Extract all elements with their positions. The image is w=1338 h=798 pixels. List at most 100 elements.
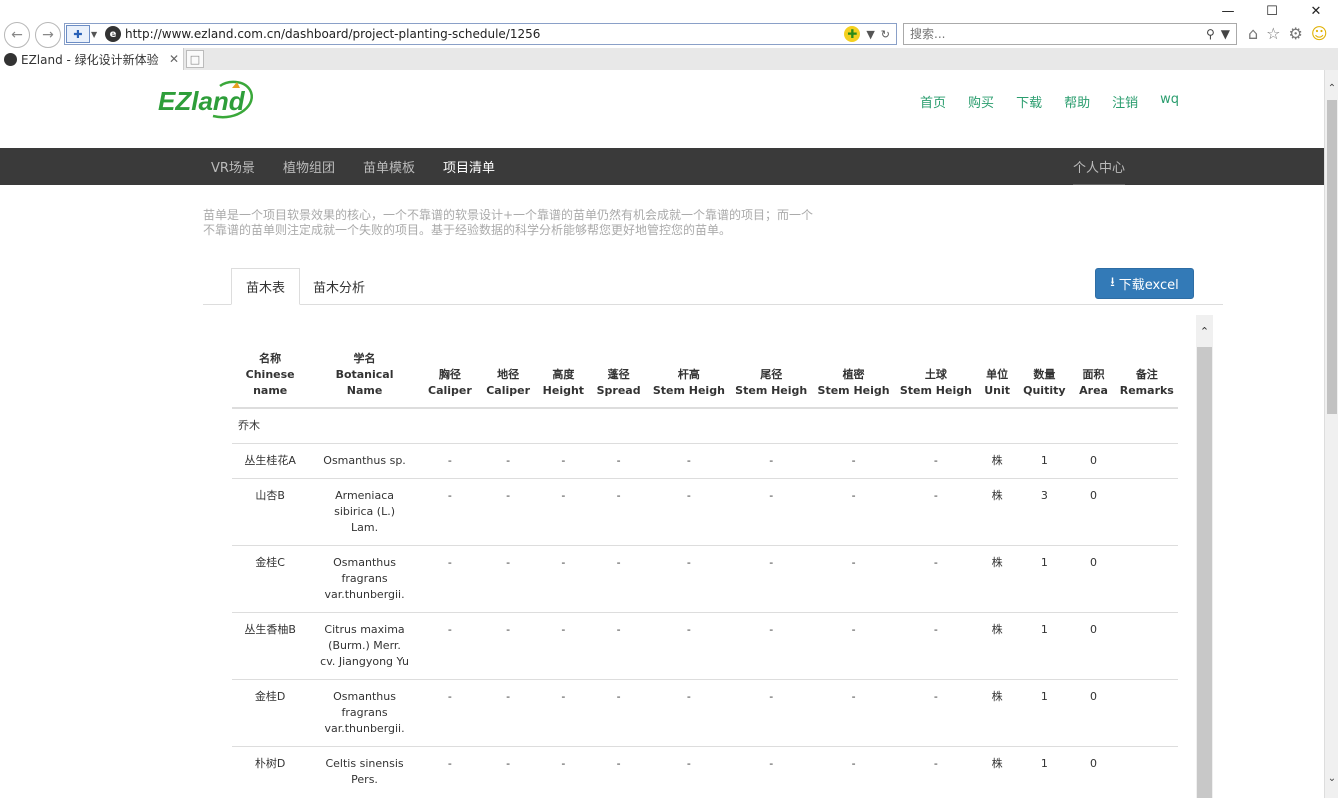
botanical-name: Osmanthus sp. (323, 454, 406, 467)
cell-density: - (812, 612, 895, 680)
cell-spread: - (589, 443, 648, 479)
home-icon[interactable]: ⌂ (1248, 24, 1258, 43)
cell-caliper: - (420, 612, 480, 680)
table-scrollbar[interactable]: ⌃ (1196, 315, 1213, 798)
plant-table-panel: 名称 Chinese name 学名 Botanical Name 胸径 Caliper 地径… (203, 315, 1213, 798)
page-scrollbar[interactable]: ⌃ ⌄ (1324, 70, 1338, 798)
column-header-line: 地径 (497, 368, 520, 381)
table-row[interactable]: 丛生桂花A Osmanthus sp. - - - - - - - - 株 1 0 (232, 443, 1178, 479)
content-tabs: 苗木表 苗木分析 (203, 268, 1223, 305)
column-header-line: Stem Heigh (652, 384, 725, 397)
column-header: 蓬径 Spread (589, 347, 648, 409)
search-input[interactable] (910, 27, 1206, 41)
table-header-row: 名称 Chinese name 学名 Botanical Name 胸径 Caliper 地径… (232, 347, 1178, 409)
intro-text: 苗单是一个项目软景效果的核心，一个不靠谱的软景设计+一个靠谱的苗单仍然有机会成就… (203, 208, 814, 237)
favorites-star-icon[interactable]: ☆ (1266, 24, 1280, 43)
cell-remarks (1115, 679, 1178, 747)
column-header-line: Quitity (1023, 384, 1066, 397)
scroll-up-icon[interactable]: ⌃ (1325, 82, 1338, 96)
column-header-line: 单位 (986, 368, 1009, 381)
scroll-thumb[interactable] (1197, 347, 1212, 798)
gear-icon[interactable]: ⚙ (1289, 24, 1303, 43)
cell-height: - (537, 746, 590, 797)
nav-user[interactable]: wq (1160, 92, 1179, 111)
cell-name: 丛生香柚B (232, 612, 309, 680)
compatibility-icon[interactable]: ✚ (844, 26, 861, 42)
close-icon[interactable]: ✕ (169, 52, 183, 66)
search-bar[interactable]: ⚲ ▼ (903, 23, 1237, 45)
cell-area: 0 (1071, 612, 1116, 680)
cell-stem-height: - (647, 478, 731, 546)
cell-height: - (537, 679, 590, 747)
cell-density: - (812, 443, 895, 479)
cell-area: 0 (1071, 746, 1116, 797)
cell-remarks (1115, 545, 1178, 613)
forward-icon[interactable]: → (35, 22, 61, 48)
tab-plant-table[interactable]: 苗木表 (231, 268, 301, 305)
cell-remarks (1115, 612, 1178, 680)
tab-favicon-icon (4, 52, 17, 66)
table-row[interactable]: 朴树D Celtis sinensis Pers. - - - - - - - - 株 1 0 (232, 746, 1178, 797)
column-header-line: Unit (984, 384, 1011, 397)
shield-icon[interactable]: ✚ (66, 25, 90, 43)
cell-botanical: Citrus maxima (Burm.) Merr. cv. Jiangyon… (308, 612, 421, 680)
scroll-down-icon[interactable]: ⌄ (1325, 772, 1338, 786)
column-header: 面积 Area (1071, 347, 1116, 409)
chevron-down-icon[interactable]: ▼ (91, 30, 101, 39)
column-header-line: Stem Heigh (817, 384, 890, 397)
cell-quantity: 3 (1017, 478, 1072, 546)
address-bar[interactable]: ✚ ▼ e http://www.ezland.com.cn/dashboard… (64, 23, 897, 45)
column-header: 数量 Quitity (1017, 347, 1072, 409)
feedback-smiley-icon[interactable]: ☺ (1311, 24, 1328, 43)
tab-plant-analysis[interactable]: 苗木分析 (299, 268, 379, 305)
new-tab-icon[interactable]: □ (186, 50, 204, 68)
cell-quantity: 1 (1017, 545, 1072, 613)
column-header-line: Spread (596, 384, 641, 397)
menu-schedule-template[interactable]: 苗单模板 (363, 157, 415, 176)
column-header: 杆高 Stem Heigh (647, 347, 731, 409)
ezland-logo[interactable]: EZland (158, 78, 258, 122)
table-row[interactable]: 金桂C Osmanthus fragrans var.thunbergii. - - -… (232, 545, 1178, 613)
cell-remarks (1115, 443, 1178, 479)
cell-height: - (537, 545, 590, 613)
column-header-line: 杆高 (677, 368, 700, 381)
chevron-down-icon[interactable]: ▼ (866, 28, 874, 41)
menu-vr-scene[interactable]: VR场景 (211, 157, 255, 176)
column-header-line: 植密 (842, 368, 865, 381)
url-text[interactable]: http://www.ezland.com.cn/dashboard/proje… (125, 27, 844, 41)
menu-project-list[interactable]: 项目清单 (443, 157, 495, 176)
column-header: 学名 Botanical Name (308, 347, 421, 409)
nav-help[interactable]: 帮助 (1064, 92, 1090, 111)
scroll-thumb[interactable] (1327, 100, 1337, 414)
chevron-down-icon[interactable]: ▼ (1221, 27, 1230, 41)
close-window-icon[interactable]: ✕ (1294, 0, 1338, 22)
nav-buy[interactable]: 购买 (968, 92, 994, 111)
nav-download[interactable]: 下载 (1016, 92, 1042, 111)
cell-stem-height: - (647, 612, 731, 680)
menu-personal-center[interactable]: 个人中心 (1073, 148, 1126, 185)
nav-home[interactable]: 首页 (920, 92, 946, 111)
menu-plant-group[interactable]: 植物组团 (283, 157, 335, 176)
column-header-line: 尾径 (760, 368, 783, 381)
cell-height: - (537, 612, 590, 680)
column-header: 名称 Chinese name (232, 347, 309, 409)
back-icon[interactable]: ← (4, 22, 30, 48)
download-excel-button[interactable]: ⭳ 下载excel (1095, 268, 1194, 299)
cell-name: 金桂D (232, 679, 309, 747)
table-row[interactable]: 山杏B Armeniaca sibirica (L.) Lam. - - - - - - - - 株… (232, 478, 1178, 546)
page-content: EZland 首页 购买 下载 帮助 注销 wq VR场景 植物组团 苗单模板 … (0, 70, 1324, 798)
search-icon[interactable]: ⚲ (1206, 27, 1215, 41)
botanical-name: Citrus maxima (Burm.) Merr. cv. Jiangyon… (320, 623, 409, 668)
minimize-icon[interactable]: — (1206, 0, 1250, 22)
refresh-icon[interactable]: ↻ (881, 28, 890, 41)
cell-tail-diameter: - (730, 679, 813, 747)
cell-unit: 株 (977, 443, 1018, 479)
browser-tab[interactable]: EZland - 绿化设计新体验 ✕ (0, 48, 184, 70)
scroll-up-icon[interactable]: ⌃ (1196, 325, 1213, 338)
column-header: 植密 Stem Heigh (812, 347, 895, 409)
column-header: 胸径 Caliper (420, 347, 480, 409)
nav-logout[interactable]: 注销 (1112, 92, 1138, 111)
maximize-icon[interactable]: ☐ (1250, 0, 1294, 22)
table-row[interactable]: 丛生香柚B Citrus maxima (Burm.) Merr. cv. Jia… (232, 612, 1178, 680)
table-row[interactable]: 金桂D Osmanthus fragrans var.thunbergii. - - -… (232, 679, 1178, 747)
